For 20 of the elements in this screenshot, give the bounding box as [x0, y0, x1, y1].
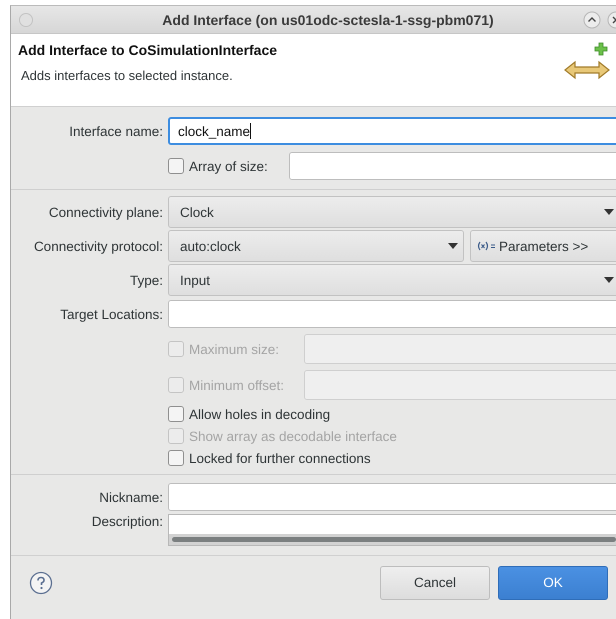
- dropdown[interactable]: Clock: [168, 196, 616, 228]
- field-label: Connectivity plane:: [48, 204, 163, 220]
- field-label: Connectivity protocol:: [34, 238, 163, 254]
- dropdown[interactable]: Input: [168, 264, 616, 296]
- field-label: Description:: [92, 514, 163, 529]
- window-title: Add Interface (on us01odc-sctesla-1-ssg-pbm071): [161, 12, 495, 28]
- cancel-button[interactable]: Cancel: [380, 566, 490, 600]
- dialog-description: Adds interfaces to selected instance.: [20, 68, 234, 83]
- field-label: Type:: [130, 272, 163, 288]
- dialog-heading: Add Interface to CoSimulationInterface: [18, 42, 278, 58]
- field-label: Target Locations:: [60, 306, 163, 322]
- checkbox[interactable]: Locked for further connections: [168, 450, 371, 466]
- field-label: Nickname:: [99, 490, 163, 504]
- checkbox[interactable]: Allow holes in decoding: [168, 406, 330, 422]
- ok-button[interactable]: OK: [498, 566, 608, 600]
- checkbox[interactable]: Array of size:: [168, 158, 283, 174]
- field-label: Interface name:: [69, 124, 163, 138]
- text-field[interactable]: clock_name: [168, 117, 616, 145]
- parameters-button[interactable]: Parameters >>: [470, 230, 616, 262]
- dropdown[interactable]: auto:clock: [168, 230, 464, 262]
